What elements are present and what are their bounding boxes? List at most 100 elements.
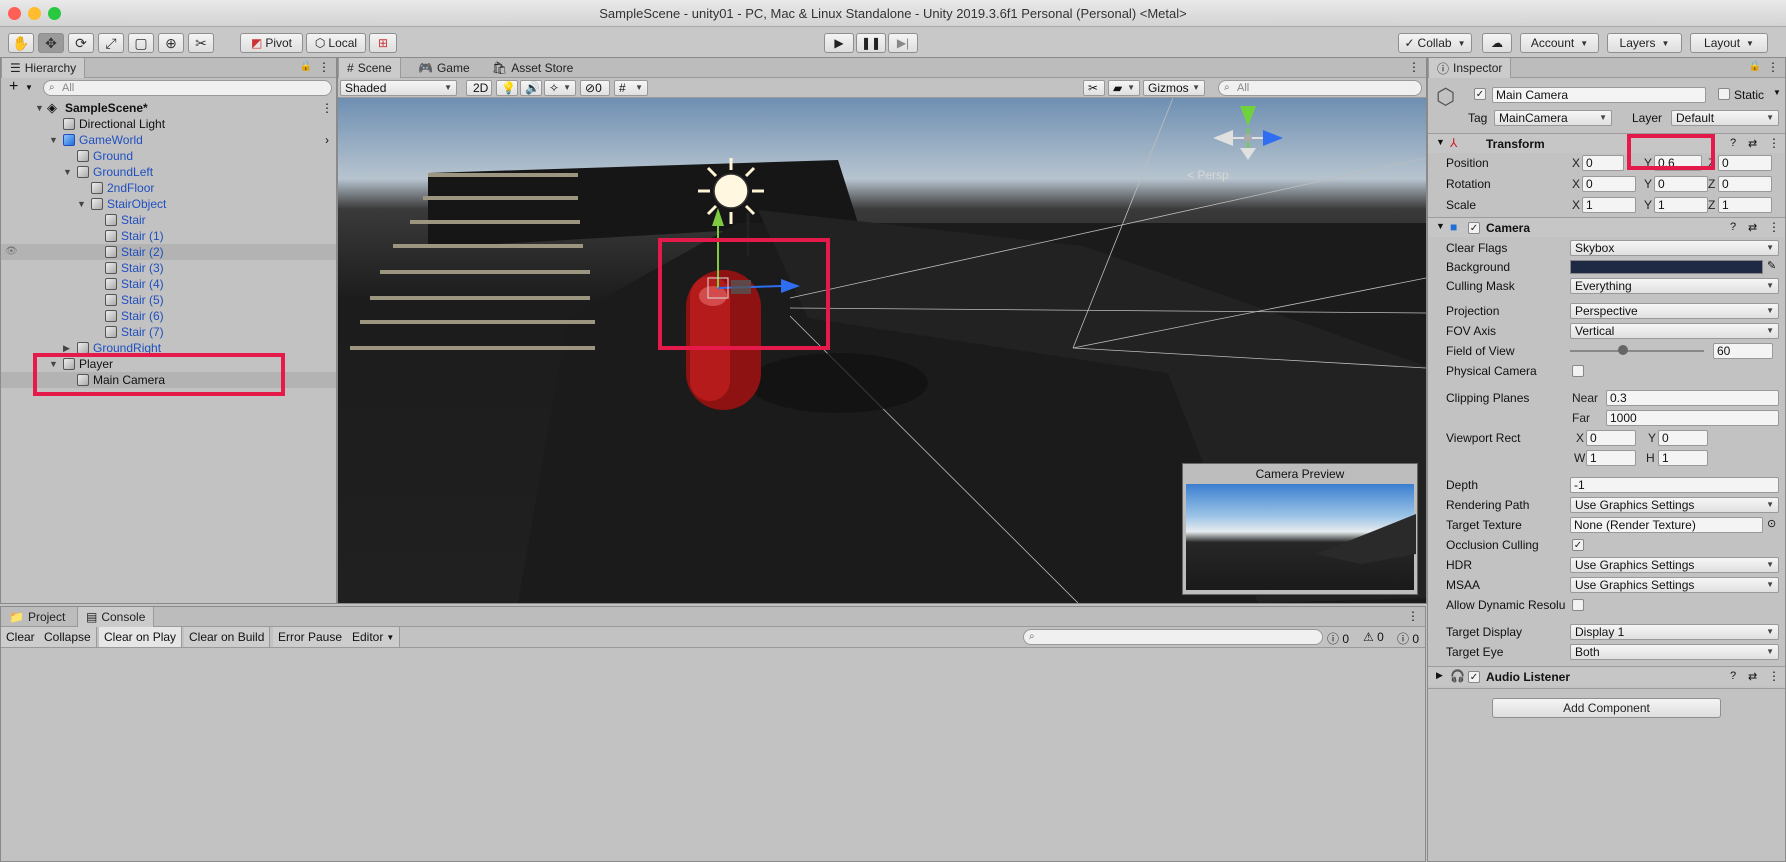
warning-count-toggle[interactable]: ⚠ 0 xyxy=(1363,630,1384,644)
projection-dropdown[interactable]: Perspective ▼ xyxy=(1570,303,1779,319)
tab-asset-store[interactable]: 🛍 Asset Store xyxy=(484,58,581,78)
tree-row[interactable]: Stair xyxy=(1,212,336,228)
near-field[interactable]: 0.3 xyxy=(1606,390,1779,406)
scale-y-field[interactable]: 1 xyxy=(1654,197,1708,213)
component-menu-icon[interactable]: ⋮ xyxy=(1768,136,1780,150)
position-x-field[interactable]: 0 xyxy=(1582,155,1624,171)
target-eye-dropdown[interactable]: Both ▼ xyxy=(1570,644,1779,660)
hand-tool-button[interactable]: ✋ xyxy=(8,33,34,53)
transform-header[interactable]: ▼ ⅄ Transform ? ⇄ ⋮ xyxy=(1428,133,1785,153)
rendering-path-dropdown[interactable]: Use Graphics Settings ▼ xyxy=(1570,497,1779,513)
tab-hierarchy[interactable]: ☰ Hierarchy xyxy=(1,58,86,78)
component-menu-icon[interactable]: ⋮ xyxy=(1768,669,1780,683)
local-toggle[interactable]: ⬡ Local xyxy=(306,33,366,53)
hdr-dropdown[interactable]: Use Graphics Settings ▼ xyxy=(1570,557,1779,573)
gizmos-dropdown[interactable]: Gizmos ▼ xyxy=(1143,80,1205,96)
target-display-dropdown[interactable]: Display 1 ▼ xyxy=(1570,624,1779,640)
chevron-right-icon[interactable]: › xyxy=(325,132,329,148)
hierarchy-search-input[interactable]: ⌕ All xyxy=(43,80,332,96)
layers-dropdown[interactable]: Layers ▼ xyxy=(1607,33,1682,53)
layout-dropdown[interactable]: Layout ▼ xyxy=(1690,33,1768,53)
effects-dropdown[interactable]: ✧ ▼ xyxy=(544,80,576,96)
error-count-toggle[interactable]: ⓘ 0 xyxy=(1397,630,1419,647)
move-tool-button[interactable]: ✥ xyxy=(38,33,64,53)
tree-row[interactable]: Ground xyxy=(1,148,336,164)
audio-listener-header[interactable]: ▶ 🎧 ✓ Audio Listener ? ⇄ ⋮ xyxy=(1428,666,1785,686)
active-checkbox[interactable]: ✓ xyxy=(1474,88,1486,100)
tab-project[interactable]: 📁 Project xyxy=(1,607,73,627)
position-z-field[interactable]: 0 xyxy=(1718,155,1772,171)
clear-flags-dropdown[interactable]: Skybox ▼ xyxy=(1570,240,1779,256)
cloud-button[interactable]: ☁ xyxy=(1482,33,1512,53)
msaa-dropdown[interactable]: Use Graphics Settings ▼ xyxy=(1570,577,1779,593)
pivot-toggle[interactable]: ◩ Pivot xyxy=(240,33,303,53)
tree-row[interactable]: Stair (6) xyxy=(1,308,336,324)
expand-triangle-icon[interactable]: ▼ xyxy=(1436,137,1445,147)
expand-triangle-icon[interactable]: ▼ xyxy=(49,132,58,148)
preset-icon[interactable]: ⇄ xyxy=(1748,137,1757,150)
viewport-h-field[interactable]: 1 xyxy=(1658,450,1708,466)
caret-down-icon[interactable]: ▼ xyxy=(1773,88,1781,97)
fov-slider-track[interactable] xyxy=(1570,350,1704,352)
panel-menu-icon[interactable]: ⋮ xyxy=(1408,60,1420,74)
clear-on-build-toggle[interactable]: Clear on Build xyxy=(184,627,271,647)
lock-icon[interactable]: 🔒 xyxy=(300,61,312,72)
depth-field[interactable]: -1 xyxy=(1570,477,1779,493)
rotation-y-field[interactable]: 0 xyxy=(1654,176,1708,192)
log-count-toggle[interactable]: ⓘ 0 xyxy=(1327,630,1349,647)
scene-search-input[interactable]: ⌕ All xyxy=(1218,80,1422,96)
static-checkbox[interactable] xyxy=(1718,88,1730,100)
rotation-z-field[interactable]: 0 xyxy=(1718,176,1772,192)
clear-on-play-toggle[interactable]: Clear on Play xyxy=(99,627,183,647)
clear-button[interactable]: Clear xyxy=(1,627,41,647)
fov-axis-dropdown[interactable]: Vertical ▼ xyxy=(1570,323,1779,339)
expand-triangle-icon[interactable]: ▼ xyxy=(35,100,44,116)
snap-toggle[interactable]: ⊞ xyxy=(369,33,397,53)
tree-row[interactable]: Directional Light xyxy=(1,116,336,132)
tab-scene[interactable]: # Scene xyxy=(338,58,401,78)
collapse-triangle-icon[interactable]: ▶ xyxy=(1436,670,1443,681)
camera-header[interactable]: ▼ ■ ✓ Camera ? ⇄ ⋮ xyxy=(1428,217,1785,237)
orientation-gizmo[interactable] xyxy=(1213,106,1283,160)
audio-listener-enabled-checkbox[interactable]: ✓ xyxy=(1468,671,1480,683)
tab-console[interactable]: ▤ Console xyxy=(77,607,155,627)
draw-mode-dropdown[interactable]: Shaded ▼ xyxy=(340,80,457,96)
preset-icon[interactable]: ⇄ xyxy=(1748,670,1757,683)
tree-row[interactable]: Stair (1) xyxy=(1,228,336,244)
preset-icon[interactable]: ⇄ xyxy=(1748,221,1757,234)
help-icon[interactable]: ? xyxy=(1730,137,1736,149)
tag-dropdown[interactable]: MainCamera ▼ xyxy=(1494,110,1612,126)
custom-tool-button[interactable]: ✂ xyxy=(188,33,214,53)
far-field[interactable]: 1000 xyxy=(1606,410,1779,426)
rotate-tool-button[interactable]: ⟳ xyxy=(68,33,94,53)
tree-row[interactable]: ▼ GameWorld › xyxy=(1,132,336,148)
tree-row[interactable]: Stair (5) xyxy=(1,292,336,308)
grid-dropdown[interactable]: # ▼ xyxy=(614,80,648,96)
camera-dropdown[interactable]: ▰ ▼ xyxy=(1108,80,1140,96)
step-button[interactable]: ▶| xyxy=(888,33,918,53)
background-color-swatch[interactable] xyxy=(1570,260,1763,274)
tree-row[interactable]: ▼ StairObject xyxy=(1,196,336,212)
tree-row[interactable]: 2ndFloor xyxy=(1,180,336,196)
lock-icon[interactable]: 🔒 xyxy=(1749,61,1761,72)
viewport-y-field[interactable]: 0 xyxy=(1658,430,1708,446)
tree-row[interactable]: Stair (7) xyxy=(1,324,336,340)
expand-triangle-icon[interactable]: ▼ xyxy=(1436,221,1445,231)
add-component-button[interactable]: Add Component xyxy=(1492,698,1721,718)
persp-label[interactable]: < Persp xyxy=(1187,168,1229,182)
object-name-field[interactable]: Main Camera xyxy=(1492,87,1706,103)
audio-toggle[interactable]: 🔊 xyxy=(520,80,542,96)
pause-button[interactable]: ❚❚ xyxy=(856,33,886,53)
culling-mask-dropdown[interactable]: Everything ▼ xyxy=(1570,278,1779,294)
expand-triangle-icon[interactable]: ▼ xyxy=(63,164,72,180)
lighting-toggle[interactable]: 💡 xyxy=(496,80,518,96)
transform-tool-button[interactable]: ⊕ xyxy=(158,33,184,53)
add-button[interactable]: + xyxy=(9,78,18,96)
tree-row[interactable]: Stair (4) xyxy=(1,276,336,292)
account-dropdown[interactable]: Account ▼ xyxy=(1520,33,1599,53)
dynamic-resolution-checkbox[interactable] xyxy=(1572,599,1584,611)
scale-z-field[interactable]: 1 xyxy=(1718,197,1772,213)
hidden-objects-toggle[interactable]: ⊘0 xyxy=(580,80,610,96)
error-pause-toggle[interactable]: Error Pause xyxy=(273,627,349,647)
scale-x-field[interactable]: 1 xyxy=(1582,197,1636,213)
